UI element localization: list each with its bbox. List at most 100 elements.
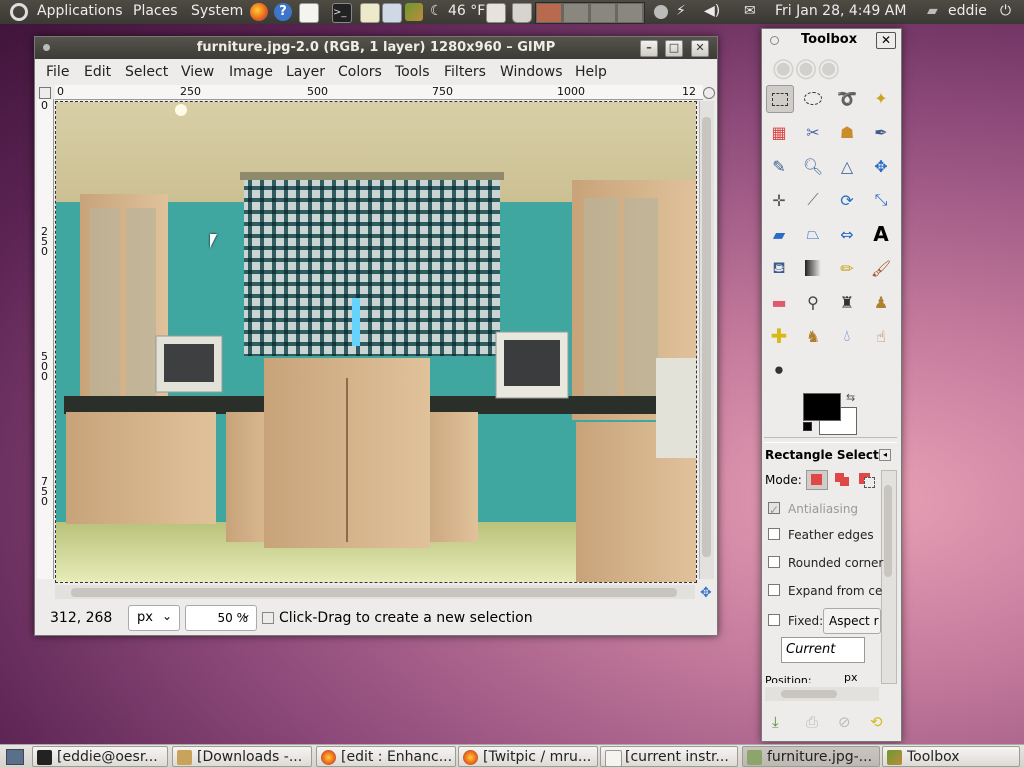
save-options-icon[interactable]: ⤓ — [772, 713, 779, 731]
system-menu[interactable]: System — [191, 3, 243, 19]
feather-edges-checkbox[interactable] — [768, 528, 780, 540]
minimize-button[interactable]: – — [640, 40, 658, 57]
toolbox-titlebar[interactable]: Toolbox ✕ — [762, 29, 901, 51]
close-button[interactable]: ✕ — [691, 40, 709, 57]
tool-options-scrollbar[interactable] — [881, 470, 897, 684]
menu-edit[interactable]: Edit — [84, 64, 111, 80]
taskbar-item[interactable]: Toolbox — [882, 746, 1020, 767]
gimp-icon[interactable] — [405, 3, 423, 21]
bucket-fill-tool[interactable]: ⛾ — [766, 255, 792, 281]
position-unit-select[interactable]: px — [844, 671, 858, 683]
menu-file[interactable]: File — [46, 64, 69, 80]
align-tool[interactable]: ✛ — [766, 187, 792, 213]
heal-tool[interactable]: ✚ — [766, 323, 792, 349]
paths-tool[interactable]: ✒ — [868, 119, 894, 145]
taskbar-item-active[interactable]: furniture.jpg-... — [742, 746, 880, 767]
fixed-checkbox[interactable] — [768, 614, 780, 626]
weather-temp[interactable]: 46 °F — [448, 3, 485, 19]
chevron-down-icon[interactable]: ⌄ — [241, 607, 251, 621]
rect-select-tool[interactable] — [766, 85, 794, 113]
window-titlebar[interactable]: furniture.jpg-2.0 (RGB, 1 layer) 1280x96… — [35, 37, 717, 59]
firefox-icon[interactable] — [250, 3, 268, 21]
color-picker-tool[interactable]: ✎ — [766, 153, 792, 179]
workspace-switcher[interactable] — [535, 2, 645, 24]
mode-add-button[interactable] — [832, 470, 852, 488]
fuzzy-select-tool[interactable]: ✦ — [868, 85, 894, 111]
trash-icon[interactable] — [512, 3, 532, 23]
notes-icon[interactable] — [486, 3, 506, 23]
power-icon[interactable]: ⏻ — [1000, 3, 1011, 19]
restore-options-icon[interactable]: ⎙ — [806, 713, 818, 731]
tool-options-menu-icon[interactable]: ◂ — [879, 449, 891, 461]
measure-tool[interactable]: △ — [834, 153, 860, 179]
mail-icon[interactable]: ✉ — [744, 3, 756, 19]
airbrush-tool[interactable]: ⚲ — [800, 289, 826, 315]
flip-tool[interactable]: ⇔ — [834, 221, 860, 247]
close-button[interactable]: ✕ — [876, 32, 896, 49]
rounded-corners-row[interactable]: Rounded corner — [768, 556, 883, 570]
move-tool[interactable]: ✥ — [868, 153, 894, 179]
perspective-tool[interactable]: ⏢ — [800, 221, 826, 247]
scale-tool[interactable]: ⤡ — [868, 187, 894, 213]
antialiasing-checkbox[interactable]: ✓ — [768, 502, 780, 517]
menu-layer[interactable]: Layer — [286, 64, 325, 80]
perspective-clone-tool[interactable]: ♞ — [800, 323, 826, 349]
taskbar-item[interactable]: [Downloads -... — [172, 746, 312, 767]
notes-icon[interactable] — [360, 3, 380, 23]
horizontal-scroll-thumb[interactable] — [71, 588, 677, 597]
volume-icon[interactable]: ◀) — [704, 3, 720, 19]
workspace-1[interactable] — [537, 4, 561, 22]
image-canvas[interactable] — [55, 101, 697, 583]
vertical-scrollbar[interactable] — [699, 101, 714, 579]
taskbar-item[interactable]: [current instr... — [600, 746, 738, 767]
menu-colors[interactable]: Colors — [338, 64, 382, 80]
places-menu[interactable]: Places — [133, 3, 178, 19]
pencil-tool[interactable]: ✏ — [834, 255, 860, 281]
foreground-select-tool[interactable]: ☗ — [834, 119, 860, 145]
cancel-icon[interactable] — [262, 612, 274, 624]
screenshot-icon[interactable] — [382, 3, 402, 23]
delete-options-icon[interactable]: ⊘ — [838, 713, 851, 731]
text-editor-icon[interactable] — [299, 3, 319, 23]
navigation-icon[interactable]: ✥ — [700, 585, 712, 601]
mode-subtract-button[interactable] — [856, 470, 876, 488]
blend-tool[interactable] — [800, 255, 826, 281]
workspace-4[interactable] — [618, 4, 642, 22]
eraser-tool[interactable]: ▬ — [766, 289, 792, 315]
horizontal-ruler[interactable]: 0 250 500 750 1000 12 — [55, 85, 703, 100]
swap-colors-icon[interactable]: ⇆ — [846, 391, 855, 404]
text-tool[interactable]: A — [868, 221, 894, 247]
tool-options-hscrollbar[interactable] — [765, 687, 879, 701]
help-icon[interactable]: ? — [274, 3, 292, 21]
bluetooth-icon[interactable]: ⚡ — [676, 3, 686, 19]
window-menu-icon[interactable] — [770, 36, 779, 45]
maximize-button[interactable]: □ — [665, 40, 683, 57]
reset-options-icon[interactable]: ⟲ — [870, 713, 883, 731]
mode-replace-button[interactable] — [806, 470, 828, 490]
menu-windows[interactable]: Windows — [500, 64, 563, 80]
vertical-scroll-thumb[interactable] — [702, 117, 711, 557]
terminal-icon[interactable]: >_ — [332, 3, 352, 23]
window-menu-icon[interactable] — [43, 44, 50, 51]
workspace-2[interactable] — [564, 4, 588, 22]
menu-help[interactable]: Help — [575, 64, 607, 80]
menu-select[interactable]: Select — [125, 64, 168, 80]
current-field[interactable]: Current — [781, 637, 865, 663]
blur-sharpen-tool[interactable]: 💧︎ — [834, 323, 860, 349]
ink-tool[interactable]: ♜ — [834, 289, 860, 315]
dodge-burn-tool[interactable]: ⚫ — [766, 357, 792, 383]
chat-icon[interactable]: ▰ — [927, 3, 938, 19]
smudge-tool[interactable]: ☝ — [868, 323, 894, 349]
user-menu[interactable]: eddie — [948, 3, 987, 19]
rounded-corners-checkbox[interactable] — [768, 556, 780, 568]
ubuntu-logo-icon[interactable] — [10, 3, 28, 21]
show-desktop-icon[interactable] — [6, 749, 24, 765]
feather-edges-row[interactable]: Feather edges — [768, 528, 874, 542]
network-icon[interactable] — [654, 5, 668, 19]
menu-view[interactable]: View — [181, 64, 214, 80]
unit-select[interactable]: px ⌄ — [128, 605, 180, 631]
select-by-color-tool[interactable]: ▦ — [766, 119, 792, 145]
clone-tool[interactable]: ♟ — [868, 289, 894, 315]
applications-menu[interactable]: Applications — [37, 3, 123, 19]
menu-tools[interactable]: Tools — [395, 64, 430, 80]
